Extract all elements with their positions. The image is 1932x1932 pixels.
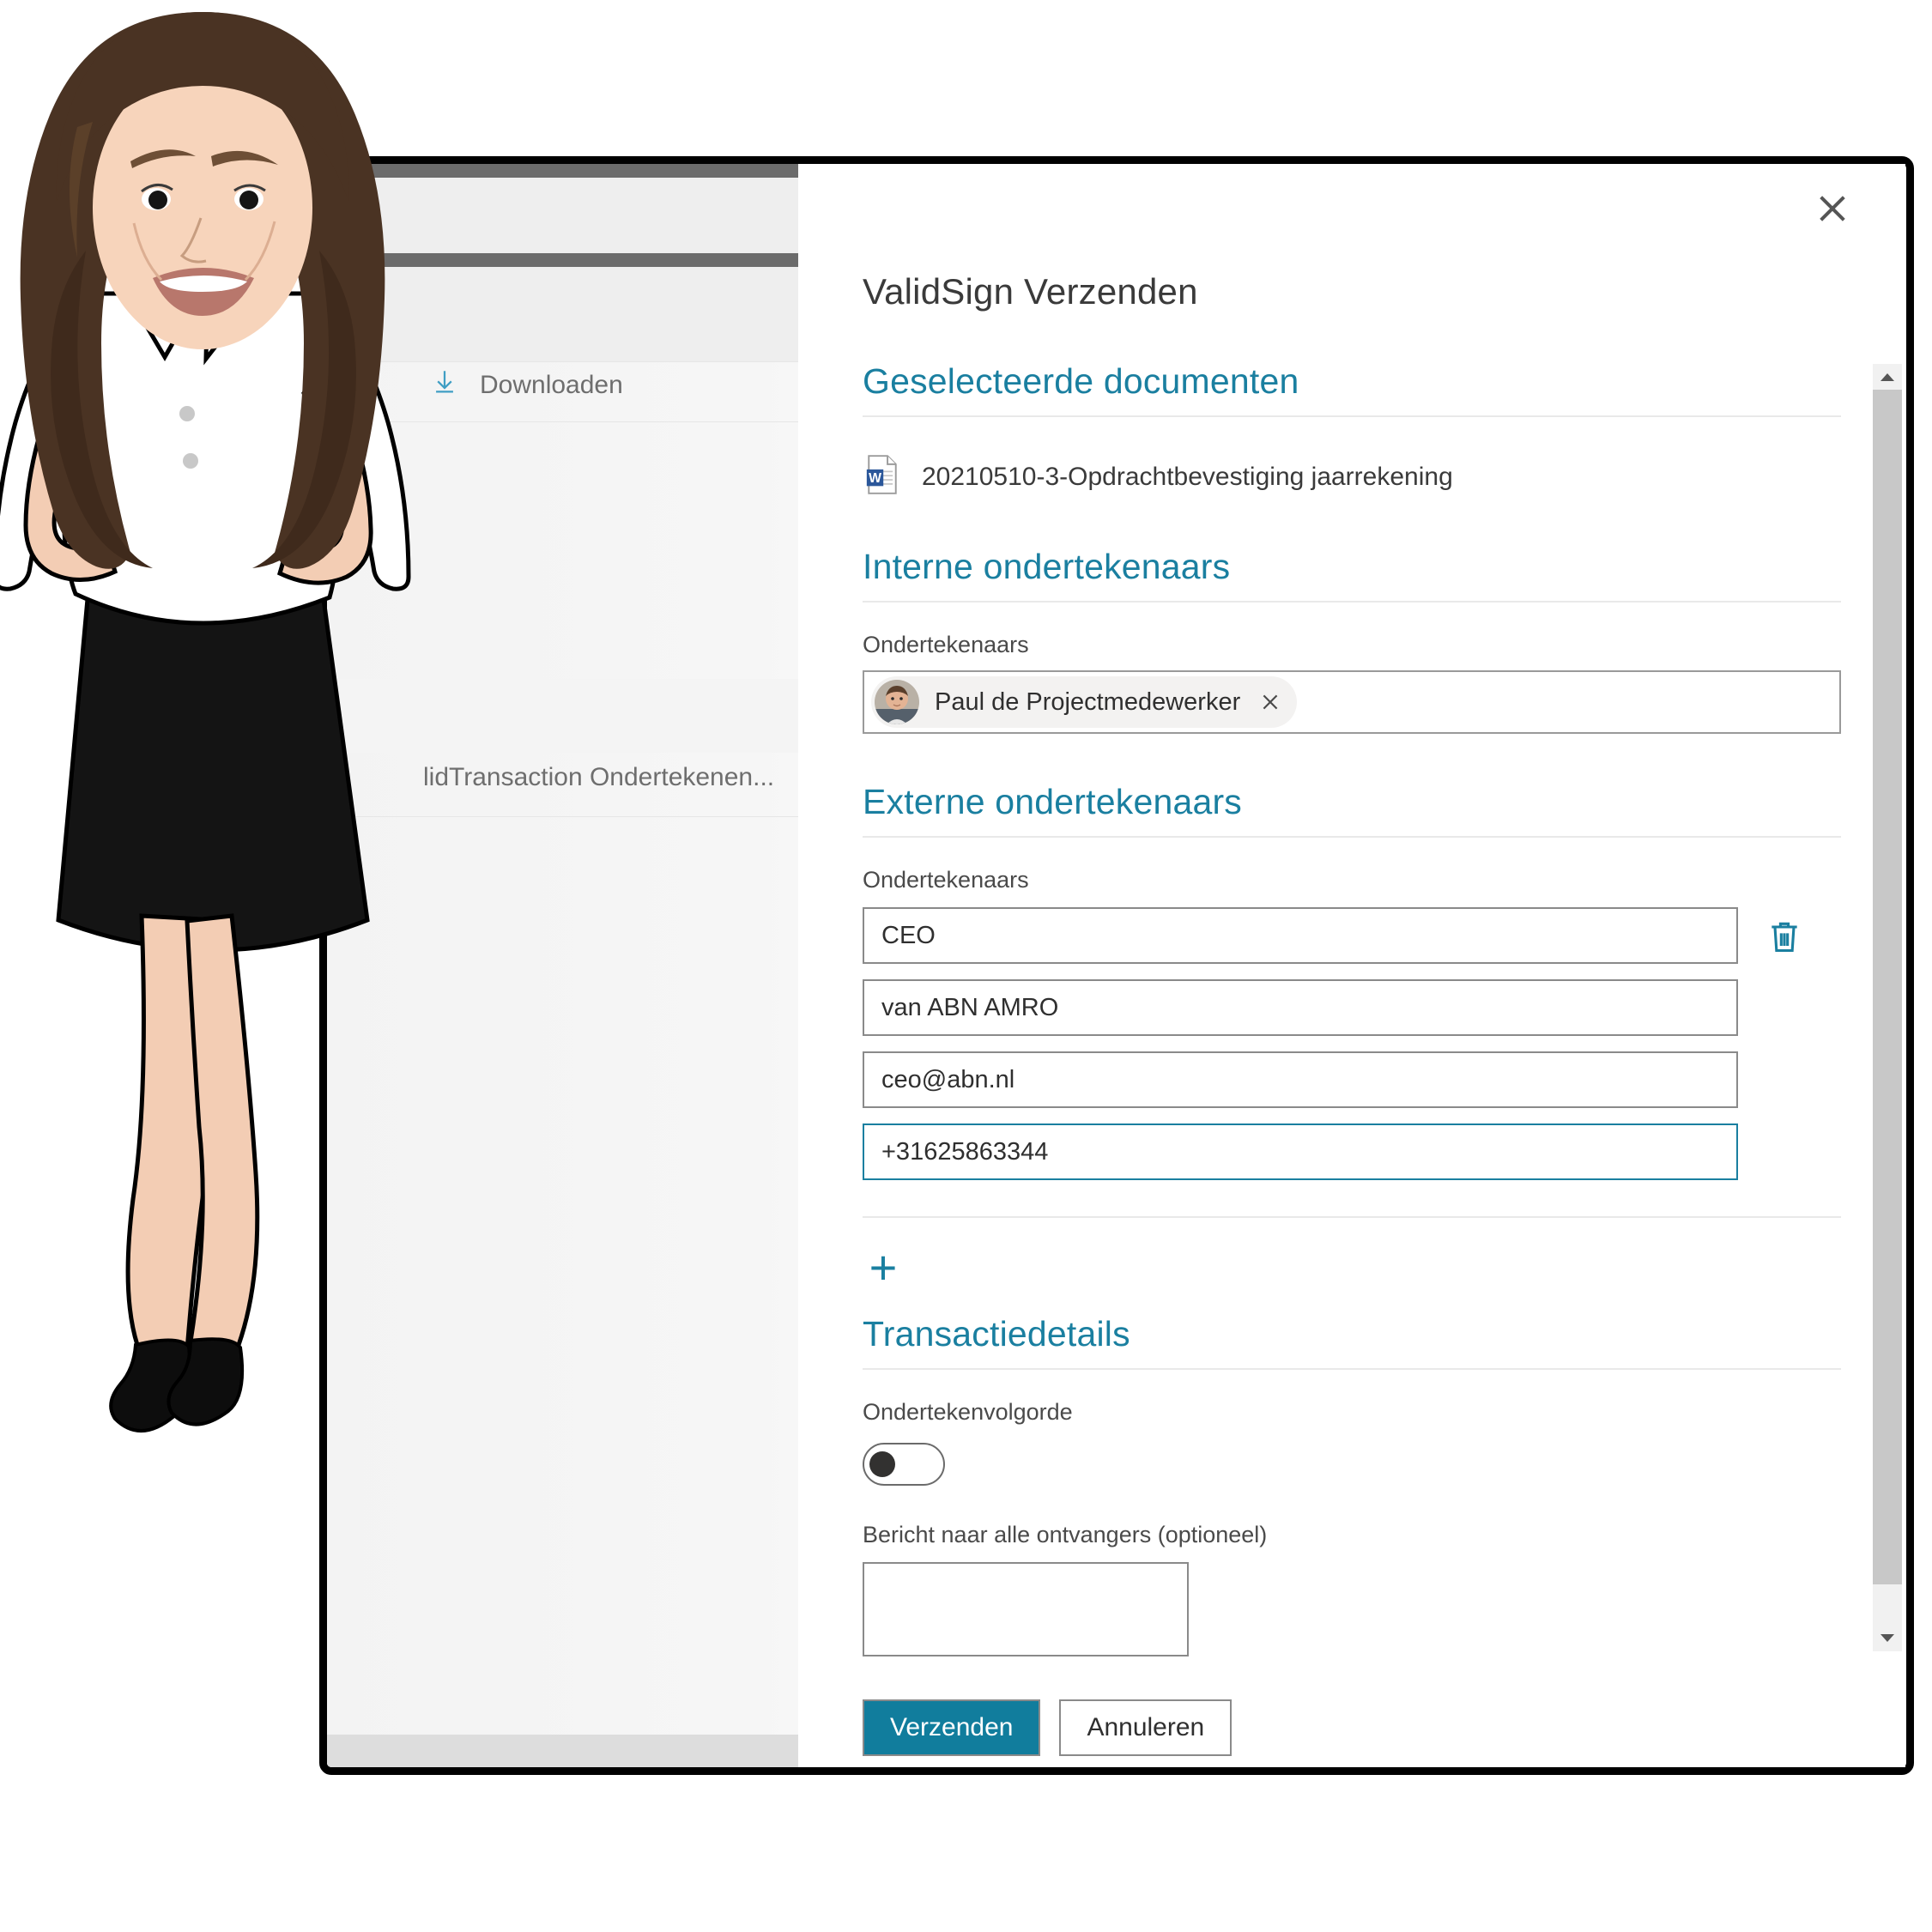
- download-command[interactable]: Downloaden: [430, 366, 623, 404]
- word-document-icon: W: [865, 455, 899, 499]
- close-icon[interactable]: [1256, 687, 1285, 717]
- message-textarea[interactable]: [863, 1562, 1189, 1656]
- section-heading-transaction: Transactiedetails: [863, 1314, 1130, 1354]
- background-list-item-label: lidTransaction Ondertekenen...: [423, 763, 775, 791]
- external-signer-field-row-4: [863, 1123, 1905, 1180]
- signer-chip[interactable]: Paul de Projectmedewerker: [871, 676, 1298, 728]
- validsign-send-panel: ValidSign Verzenden Geselecteerde docume…: [798, 164, 1905, 1767]
- message-label: Bericht naar alle ontvangers (optioneel): [863, 1522, 1268, 1547]
- download-icon: [430, 366, 459, 404]
- plus-icon[interactable]: +: [863, 1244, 904, 1292]
- selected-document-name: 20210510-3-Opdrachtbevestiging jaarreken…: [922, 462, 1453, 491]
- section-rule-documents: [863, 415, 1841, 417]
- external-signer-lastname-input[interactable]: [863, 979, 1738, 1036]
- external-signer-field-row-1: [863, 907, 1905, 964]
- external-signer-firstname-input[interactable]: [863, 907, 1738, 964]
- internal-signers-input[interactable]: Paul de Projectmedewerker: [863, 670, 1841, 734]
- section-rule-external: [863, 836, 1841, 838]
- section-rule-transaction: [863, 1368, 1841, 1370]
- external-signer-email-input[interactable]: [863, 1051, 1738, 1108]
- toggle-knob: [869, 1451, 895, 1477]
- scrollbar-thumb[interactable]: [1873, 390, 1902, 1584]
- section-rule-internal: [863, 601, 1841, 603]
- close-icon[interactable]: [1809, 185, 1856, 232]
- chevron-up-icon[interactable]: [1873, 364, 1902, 390]
- chevron-down-icon[interactable]: [1873, 1626, 1902, 1651]
- section-heading-documents: Geselecteerde documenten: [863, 361, 1299, 401]
- signing-order-toggle[interactable]: [863, 1443, 945, 1486]
- download-label: Downloaden: [480, 371, 623, 399]
- external-signers-label: Ondertekenaars: [863, 867, 1029, 893]
- svg-text:W: W: [869, 471, 881, 486]
- selected-document-row[interactable]: W 20210510-3-Opdrachtbevestiging jaarrek…: [865, 455, 1905, 499]
- external-signer-field-row-2: [863, 979, 1905, 1036]
- submit-button[interactable]: Verzenden: [863, 1699, 1041, 1756]
- internal-signers-label: Ondertekenaars: [863, 632, 1029, 657]
- external-signer-field-row-3: [863, 1051, 1905, 1108]
- external-signer-rule: [863, 1216, 1841, 1218]
- signing-order-label: Ondertekenvolgorde: [863, 1399, 1073, 1425]
- panel-footer: Verzenden Annuleren: [798, 1687, 1905, 1767]
- panel-scrollbar[interactable]: [1873, 364, 1902, 1651]
- section-heading-internal-signers: Interne ondertekenaars: [863, 547, 1231, 586]
- section-heading-external-signers: Externe ondertekenaars: [863, 782, 1243, 821]
- signer-chip-name: Paul de Projectmedewerker: [935, 687, 1241, 716]
- panel-scroll-area: Geselecteerde documenten W 20210510-3-Op…: [798, 361, 1905, 1675]
- external-signer-phone-input[interactable]: [863, 1123, 1738, 1180]
- person-avatar: [875, 680, 919, 724]
- cancel-button[interactable]: Annuleren: [1059, 1699, 1232, 1756]
- trash-icon[interactable]: [1765, 918, 1803, 955]
- page-title: ValidSign Verzenden: [863, 271, 1198, 312]
